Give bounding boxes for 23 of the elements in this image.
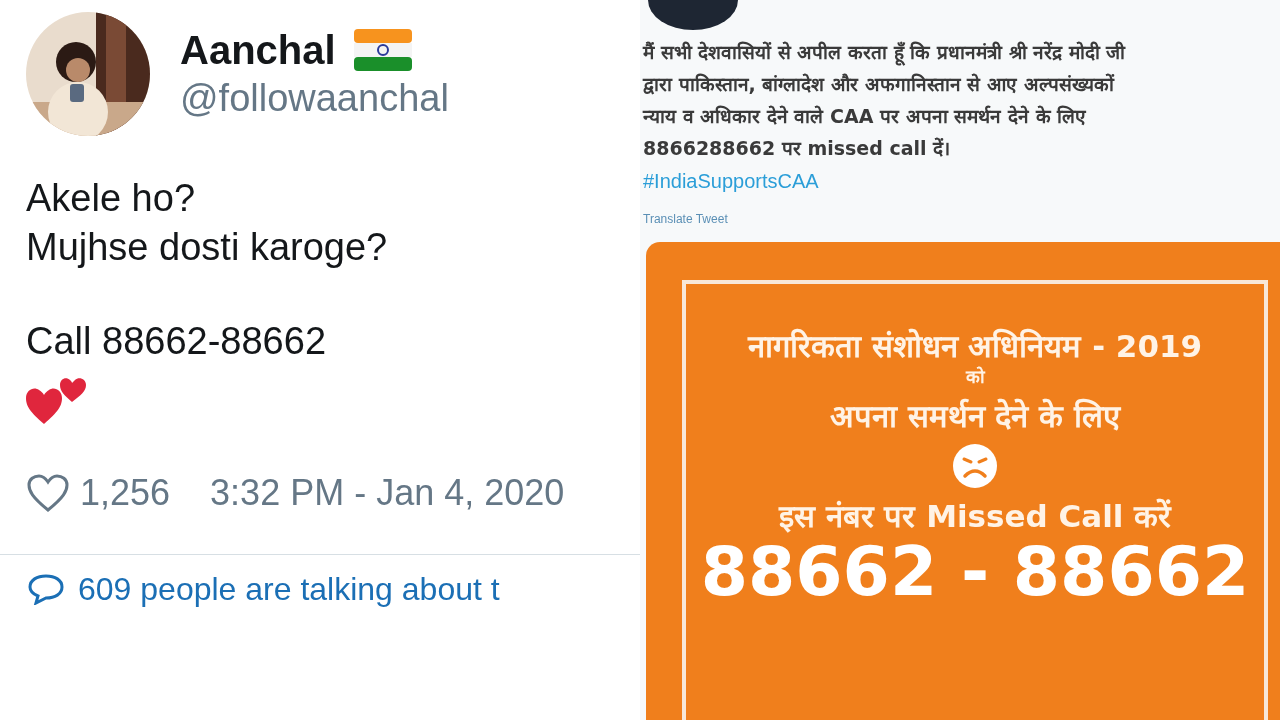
frown-face-icon [953, 444, 997, 489]
poster-text: को [965, 366, 985, 388]
poster-text: अपना समर्थन देने के लिए [829, 396, 1121, 436]
like-count: 1,256 [80, 471, 171, 516]
tweet-text: द्वारा पाकिस्तान, बांग्लादेश और अफगानिस्तान से आए अल्पसंख्यकों [643, 72, 1116, 97]
tweet-text: Call 88662-88662 [26, 318, 327, 364]
heart-icon[interactable] [26, 473, 70, 514]
user-handle[interactable]: @followaanchal [180, 75, 449, 123]
tweet-text: मैं सभी देशवासियों से अपील करता हूँ कि प्रधानमंत्री श्री नरेंद्र मोदी जी [643, 36, 1280, 68]
tweet-text: न्याय व अधिकार देने वाले CAA पर अपना समर्थन देने के लिए [643, 104, 1088, 129]
tweet-text: Mujhse dosti karoge? [26, 225, 389, 271]
timestamp[interactable]: 3:32 PM - Jan 4, 2020 [210, 466, 565, 521]
tweet-text: Akele ho? [26, 176, 196, 221]
flag-icon [353, 29, 412, 72]
hashtag-link[interactable]: #IndiaSupportsCAA [643, 164, 1280, 198]
comment-icon[interactable] [26, 573, 66, 606]
poster-number: 88662 - 88662 [700, 536, 1250, 608]
conversation-link[interactable]: 609 people are talking about t [78, 573, 500, 606]
poster-text: इस नंबर पर Missed Call करें [778, 497, 1172, 537]
translate-link[interactable]: Translate Tweet [643, 210, 1280, 228]
poster-text: नागरिकता संशोधन अधिनियम - 2019 [747, 327, 1203, 366]
display-name: Aanchal [180, 27, 336, 75]
tweet-text: 8866288662 पर missed call दें। [643, 136, 952, 161]
